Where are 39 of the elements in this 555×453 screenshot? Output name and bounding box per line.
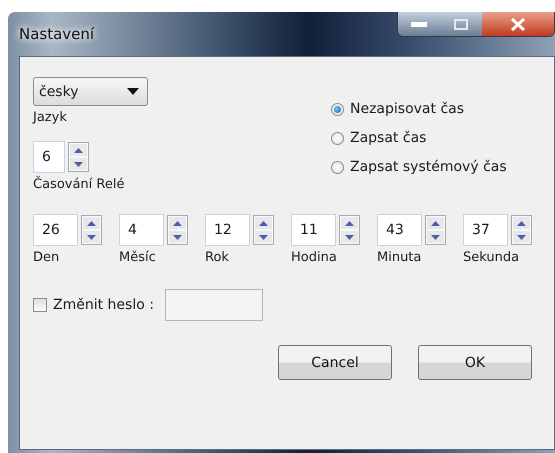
maximize-icon: [454, 18, 468, 30]
spin-buttons[interactable]: [511, 215, 532, 245]
language-dropdown[interactable]: česky: [33, 77, 148, 106]
checkbox[interactable]: [33, 298, 47, 312]
radio-option[interactable]: Zapsat čas: [331, 130, 507, 146]
number-field[interactable]: 4: [119, 214, 164, 246]
number-field[interactable]: 37: [463, 214, 508, 246]
spin-buttons[interactable]: [167, 215, 188, 245]
number-field[interactable]: 43: [377, 214, 422, 246]
number-field[interactable]: 6: [33, 141, 65, 173]
window-title: Nastavení: [19, 25, 94, 43]
radio-option[interactable]: Zapsat systémový čas: [331, 159, 507, 175]
spin-buttons[interactable]: [81, 215, 102, 245]
password-field[interactable]: [164, 289, 263, 321]
field-label: Jazyk: [33, 110, 68, 125]
field-label: Rok: [205, 250, 230, 265]
number-field[interactable]: 26: [33, 214, 78, 246]
field-label: Časování Relé: [33, 177, 126, 192]
spin-buttons[interactable]: [339, 215, 360, 245]
minimize-icon: [411, 22, 427, 26]
maximize-button[interactable]: [440, 12, 482, 36]
field-label: Měsíc: [119, 250, 157, 265]
close-button[interactable]: [482, 12, 554, 36]
close-icon: [510, 18, 526, 30]
spin-buttons[interactable]: [68, 142, 89, 172]
dialog-button[interactable]: Cancel: [278, 345, 392, 380]
radio-option[interactable]: Nezapisovat čas: [331, 101, 507, 117]
number-field[interactable]: 11: [291, 214, 336, 246]
caret-icon: [127, 88, 139, 95]
field-label: Sekunda: [463, 250, 520, 265]
checkbox-label: Změnit heslo :: [53, 297, 154, 313]
field-label: Minuta: [377, 250, 422, 265]
number-field[interactable]: 12: [205, 214, 250, 246]
spin-buttons[interactable]: [425, 215, 446, 245]
dialog-button[interactable]: OK: [418, 345, 532, 380]
minimize-button[interactable]: [398, 12, 440, 36]
field-label: Hodina: [291, 250, 338, 265]
spin-buttons[interactable]: [253, 215, 274, 245]
field-label: Den: [33, 250, 60, 265]
